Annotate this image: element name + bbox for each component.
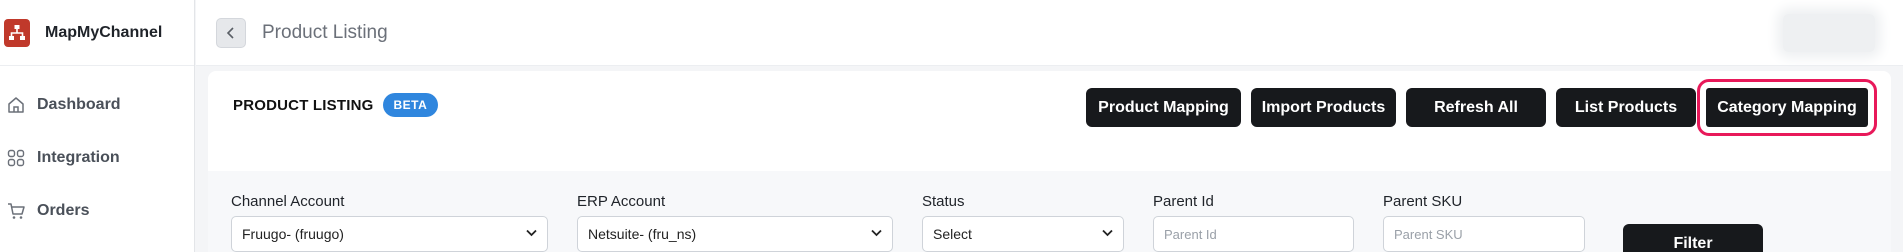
erp-account-select[interactable]: Netsuite- (fru_ns) xyxy=(577,216,893,252)
parent-id-input[interactable]: Parent Id xyxy=(1153,216,1354,252)
brand[interactable]: MapMyChannel xyxy=(0,0,194,66)
sidebar-nav: Dashboard Integration Orders xyxy=(0,66,194,237)
action-toolbar: Product Mapping Import Products Refresh … xyxy=(1086,79,1877,136)
sidebar-item-label: Integration xyxy=(37,148,120,166)
chevron-down-icon xyxy=(871,229,882,237)
section-heading: PRODUCT LISTING xyxy=(233,96,374,114)
channel-account-select[interactable]: Fruugo- (fruugo) xyxy=(231,216,548,252)
status-value: Select xyxy=(933,226,972,242)
channel-account-field: Channel Account Fruugo- (fruugo) xyxy=(231,171,548,252)
parent-sku-input[interactable]: Parent SKU xyxy=(1383,216,1585,252)
brand-name: MapMyChannel xyxy=(45,23,163,41)
channel-account-value: Fruugo- (fruugo) xyxy=(242,226,344,242)
status-label: Status xyxy=(922,193,965,210)
erp-account-field: ERP Account Netsuite- (fru_ns) xyxy=(577,171,893,252)
channel-account-label: Channel Account xyxy=(231,193,345,210)
top-bar: Product Listing xyxy=(196,0,1903,66)
status-field: Status Select xyxy=(922,171,1124,252)
page-title: Product Listing xyxy=(262,21,388,43)
filter-button[interactable]: Filter xyxy=(1623,224,1763,252)
chevron-down-icon xyxy=(1102,229,1113,237)
sidebar: MapMyChannel Dashboard Integration Order… xyxy=(0,0,195,252)
beta-badge: BETA xyxy=(382,93,439,117)
sidebar-item-integration[interactable]: Integration xyxy=(0,131,194,184)
user-avatar[interactable] xyxy=(1783,14,1875,52)
import-products-button[interactable]: Import Products xyxy=(1251,88,1396,127)
heading-row: PRODUCT LISTING BETA xyxy=(233,93,439,117)
sidebar-item-dashboard[interactable]: Dashboard xyxy=(0,78,194,131)
chevron-down-icon xyxy=(526,229,537,237)
filter-panel: Channel Account Fruugo- (fruugo) ERP Acc… xyxy=(208,171,1891,252)
sidebar-item-label: Orders xyxy=(37,201,90,219)
product-listing-card: PRODUCT LISTING BETA Product Mapping Imp… xyxy=(208,71,1891,252)
erp-account-label: ERP Account xyxy=(577,193,666,210)
main-content: PRODUCT LISTING BETA Product Mapping Imp… xyxy=(196,67,1903,252)
category-mapping-button[interactable]: Category Mapping xyxy=(1697,79,1877,136)
parent-sku-field: Parent SKU Parent SKU xyxy=(1383,171,1585,252)
parent-sku-label: Parent SKU xyxy=(1383,193,1463,210)
sidebar-item-orders[interactable]: Orders xyxy=(0,184,194,237)
sidebar-item-label: Dashboard xyxy=(37,95,121,113)
erp-account-value: Netsuite- (fru_ns) xyxy=(588,226,697,242)
chevron-left-icon xyxy=(226,26,234,39)
refresh-all-button[interactable]: Refresh All xyxy=(1406,88,1546,127)
parent-id-field: Parent Id Parent Id xyxy=(1153,171,1354,252)
list-products-button[interactable]: List Products xyxy=(1556,88,1696,127)
status-select[interactable]: Select xyxy=(922,216,1124,252)
grid-icon xyxy=(6,148,26,168)
back-button[interactable] xyxy=(216,17,246,48)
product-mapping-button[interactable]: Product Mapping xyxy=(1086,88,1241,127)
home-icon xyxy=(6,95,26,115)
brand-logo-icon xyxy=(4,18,30,47)
cart-icon xyxy=(6,201,26,221)
parent-id-label: Parent Id xyxy=(1153,193,1214,210)
